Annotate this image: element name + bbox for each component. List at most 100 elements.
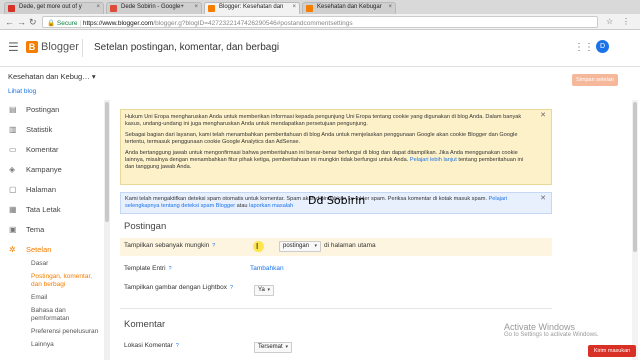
help-icon[interactable]: ? [212, 243, 215, 249]
browser-tab-label: Dede, get more out of y [19, 4, 82, 10]
close-tab-icon[interactable]: × [96, 4, 100, 10]
posts-unit-select[interactable]: postingan ▾ [279, 241, 321, 252]
sidebar-item-label: Halaman [26, 185, 57, 194]
setting-label: Tampilkan sebanyak mungkin? [124, 242, 216, 249]
sidebar-item-label: Komentar [26, 145, 59, 154]
comments-icon: ▭ [9, 145, 17, 154]
google-plus-favicon-icon [110, 5, 117, 12]
main-scrollbar[interactable] [632, 100, 638, 360]
sidebar: ▤ Postingan ▥ Statistik ▭ Komentar ◈ Kampany… [0, 100, 104, 354]
text-cursor-icon: I [256, 242, 259, 251]
windows-activation-watermark: Activate Windows Go to Settings to activ… [504, 322, 599, 338]
view-blog-link[interactable]: Lihat blog [8, 88, 36, 95]
setting-label: Lokasi Komentar? [124, 342, 179, 349]
chevron-down-icon: ▾ [285, 344, 288, 350]
secure-label: Secure [56, 20, 78, 27]
sidebar-subitem-dasar[interactable]: Dasar [0, 260, 104, 268]
url-input[interactable]: 🔒 Secure | https://www.blogger.com/blogg… [42, 16, 598, 28]
blog-selector[interactable]: Kesehatan dan Kebug… ▾ [8, 72, 96, 81]
avatar[interactable]: D [596, 40, 609, 53]
sidebar-item-label: Statistik [26, 125, 53, 134]
blogger-favicon-icon [208, 5, 215, 12]
hamburger-icon[interactable]: ☰ [8, 40, 19, 54]
watermark-subtitle: Go to Settings to activate Windows. [504, 332, 599, 338]
eu-cookie-notice: ✕ Hukum Uni Eropa mengharuskan Anda untu… [120, 109, 552, 185]
blogger-logo-icon[interactable]: B [26, 41, 38, 53]
browser-tab-active[interactable]: Blogger: Kesehatan dan × [204, 2, 300, 14]
section-heading-komentar: Komentar [124, 319, 166, 330]
sidebar-item-setelan[interactable]: ✲ Setelan [0, 240, 104, 260]
help-icon[interactable]: ? [230, 285, 233, 291]
lock-icon: 🔒 [47, 20, 56, 27]
report-problem-link[interactable]: laporkan masalah [249, 203, 293, 209]
sidebar-item-label: Kampanye [26, 165, 62, 174]
browser-tab-label: Blogger: Kesehatan dan [219, 4, 284, 10]
help-icon[interactable]: ? [169, 266, 172, 272]
learn-more-link[interactable]: Pelajari lebih lanjut [410, 157, 457, 163]
chevron-down-icon: ▾ [314, 243, 317, 249]
browser-tab-label: Dede Sobirin - Google+ [121, 4, 184, 10]
back-icon[interactable]: ← [5, 17, 14, 27]
browser-tab[interactable]: Dede, get more out of y × [4, 2, 104, 14]
setting-row-template: Template Entri? Tambahkan [120, 261, 552, 279]
add-template-link[interactable]: Tambahkan [250, 265, 284, 272]
browser-tab[interactable]: Kesehatan dan Kebugar × [302, 2, 396, 14]
campaigns-icon: ◈ [9, 165, 16, 174]
star-icon[interactable]: ☆ [606, 17, 613, 26]
address-bar: ← → ↻ 🔒 Secure | https://www.blogger.com… [0, 14, 640, 30]
sidebar-subitem-lainnya[interactable]: Lainnya [0, 341, 104, 349]
forward-icon[interactable]: → [17, 17, 26, 27]
spam-notice-text: Kami telah mengaktifkan deteksi spam oto… [125, 196, 487, 202]
notice-paragraph: Anda bertanggung jawab untuk mengonfirma… [125, 150, 524, 170]
setting-row-show-posts: Tampilkan sebanyak mungkin? postingan ▾ d… [120, 238, 552, 256]
sidebar-subitem-email[interactable]: Email [0, 294, 104, 302]
close-icon[interactable]: ✕ [540, 195, 546, 202]
sidebar-item-tata-letak[interactable]: ▦ Tata Letak [0, 200, 104, 220]
settings-icon: ✲ [9, 245, 16, 254]
sidebar-subitem-bahasa[interactable]: Bahasa dan pemformatan [0, 307, 104, 323]
lightbox-select[interactable]: Ya ▾ [254, 285, 274, 296]
url-host: https://www.blogger.com [82, 20, 154, 27]
browser-tab-bar: Dede, get more out of y × Dede Sobirin -… [0, 0, 640, 14]
section-heading-postingan: Postingan [124, 221, 167, 232]
scrollbar-thumb[interactable] [105, 102, 109, 222]
blogger-favicon-icon [306, 5, 313, 12]
notice-paragraph: Hukum Uni Eropa mengharuskan Anda untuk … [125, 114, 522, 127]
comment-location-select[interactable]: Tersemat ▾ [254, 342, 292, 353]
apps-grid-icon[interactable]: ⋮⋮ [574, 42, 594, 53]
video-overlay-text: Dd Sobirin [308, 194, 366, 207]
browser-menu-icon[interactable]: ⋮ [622, 17, 630, 26]
sidebar-item-postingan[interactable]: ▤ Postingan [0, 100, 104, 120]
sidebar-item-label: Tema [26, 225, 45, 234]
sidebar-item-tema[interactable]: ▣ Tema [0, 220, 104, 240]
sidebar-subitem-postingan-komentar[interactable]: Postingan, komentar, dan berbagi [0, 273, 104, 289]
sidebar-item-halaman[interactable]: ▢ Halaman [0, 180, 104, 200]
theme-icon: ▣ [9, 225, 17, 234]
section-divider [120, 308, 552, 309]
sidebar-item-komentar[interactable]: ▭ Komentar [0, 140, 104, 160]
blog-name: Kesehatan dan Kebug… [8, 72, 90, 81]
sidebar-scrollbar[interactable] [104, 100, 110, 360]
help-icon[interactable]: ? [176, 343, 179, 349]
spam-notice-or: atau [236, 203, 248, 209]
browser-tab-label: Kesehatan dan Kebugar [317, 4, 382, 10]
setting-row-comment-location: Lokasi Komentar? Tersemat ▾ [120, 338, 552, 356]
close-tab-icon[interactable]: × [388, 4, 392, 10]
close-tab-icon[interactable]: × [292, 4, 296, 10]
scrollbar-thumb[interactable] [633, 102, 637, 252]
sidebar-subitem-preferensi[interactable]: Preferensi penelusuran [0, 328, 104, 336]
close-tab-icon[interactable]: × [194, 4, 198, 10]
setting-label: Template Entri? [124, 265, 172, 272]
close-icon[interactable]: ✕ [540, 112, 546, 119]
notice-paragraph: Sebagai bagian dari layanan, kami telah … [125, 132, 518, 145]
browser-tab[interactable]: Dede Sobirin - Google+ × [106, 2, 202, 14]
save-settings-button[interactable]: Simpan setelan [572, 74, 618, 86]
brand-name: Blogger [41, 41, 79, 53]
sidebar-item-kampanye[interactable]: ◈ Kampanye [0, 160, 104, 180]
reload-icon[interactable]: ↻ [29, 17, 37, 28]
chevron-down-icon: ▾ [267, 287, 270, 293]
send-feedback-button[interactable]: Kirim masukan [588, 345, 636, 357]
setting-suffix: di halaman utama [324, 242, 376, 249]
setting-row-lightbox: Tampilkan gambar dengan Lightbox? Ya ▾ [120, 280, 552, 298]
sidebar-item-statistik[interactable]: ▥ Statistik [0, 120, 104, 140]
